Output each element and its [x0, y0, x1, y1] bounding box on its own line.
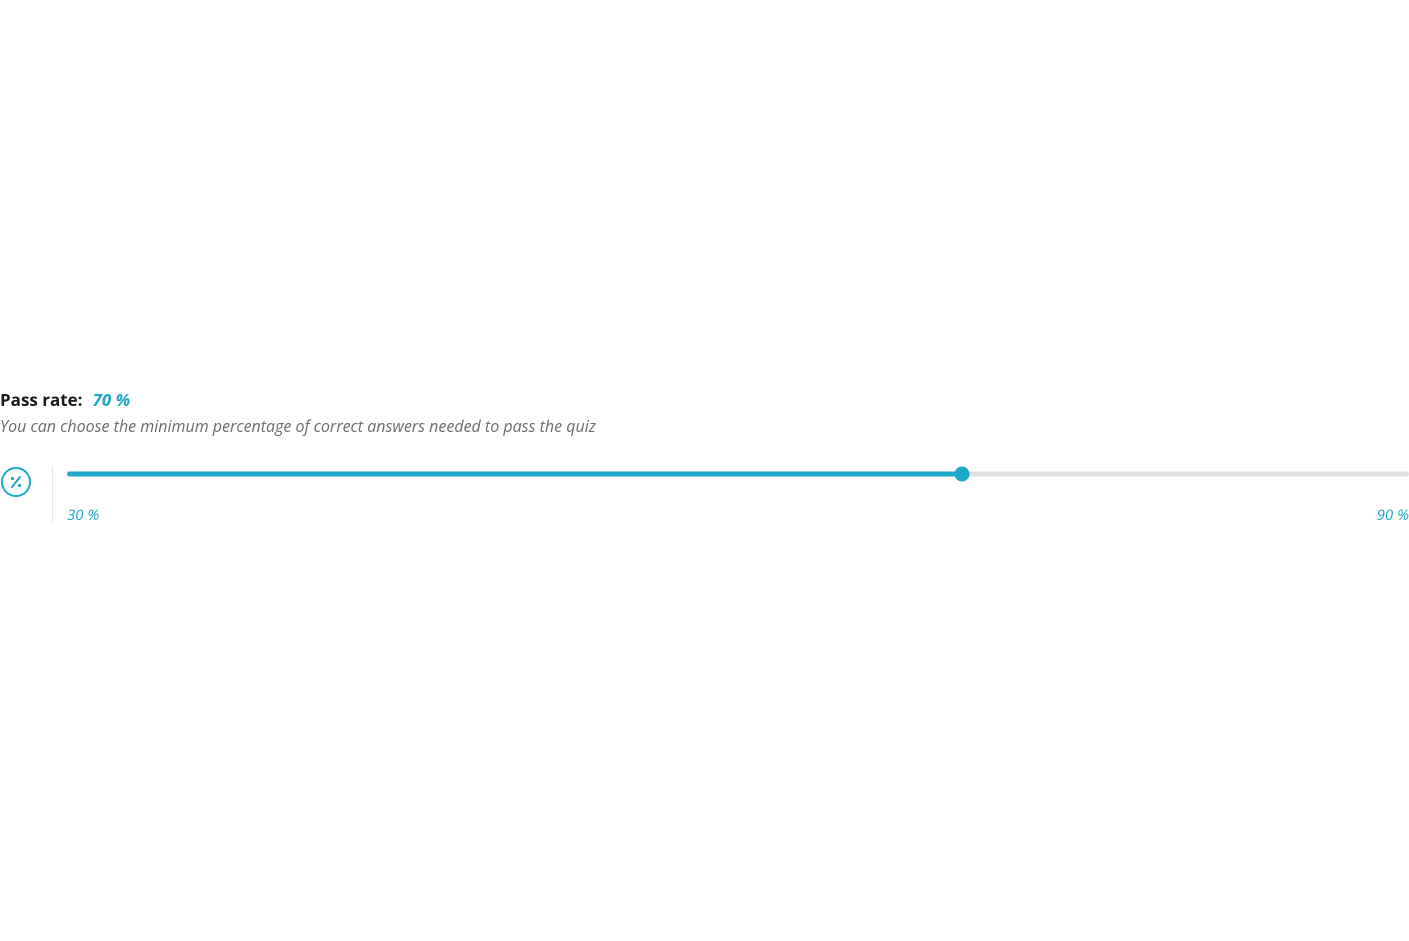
slider-max-label: 90 % [1377, 505, 1409, 525]
percent-icon-wrap [0, 467, 32, 523]
pass-rate-label: Pass rate: [0, 388, 83, 411]
slider-labels: 30 % 90 % [67, 505, 1409, 525]
pass-rate-section: Pass rate: 70 % You can choose the minim… [0, 388, 1409, 525]
slider-thumb[interactable] [954, 467, 969, 482]
slider-min-label: 30 % [67, 505, 99, 525]
percent-icon [1, 467, 31, 497]
pass-rate-slider[interactable] [67, 467, 1409, 481]
slider-fill [67, 472, 962, 477]
pass-rate-header: Pass rate: 70 % [0, 388, 1409, 411]
slider-column: 30 % 90 % [67, 467, 1409, 525]
pass-rate-value: 70 % [93, 388, 131, 411]
divider [52, 467, 53, 523]
pass-rate-description: You can choose the minimum percentage of… [0, 415, 1409, 437]
slider-row: 30 % 90 % [0, 467, 1409, 525]
